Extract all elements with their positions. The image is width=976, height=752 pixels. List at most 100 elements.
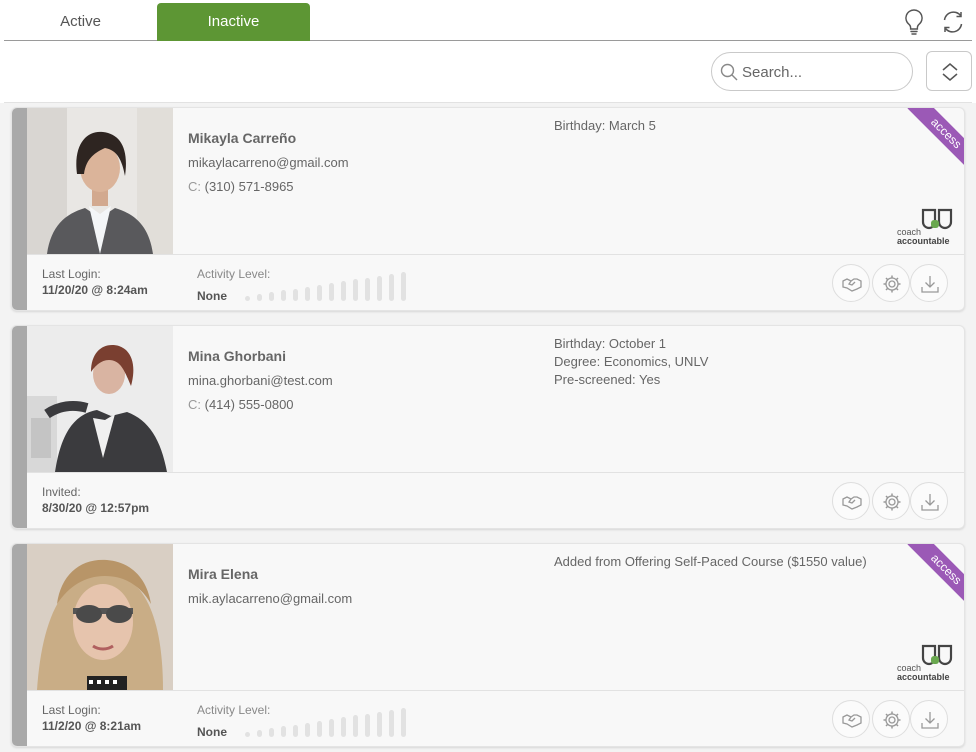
- last-login-label: Last Login:: [42, 703, 101, 717]
- activity-level-value: None: [197, 725, 227, 739]
- activity-bar: [257, 294, 262, 301]
- activity-bar: [389, 273, 394, 301]
- coaching-button[interactable]: [832, 482, 870, 520]
- activity-bar: [401, 271, 406, 301]
- client-info: Birthday: March 5: [554, 117, 656, 135]
- ribbon-label: access: [907, 108, 964, 172]
- client-email[interactable]: mik.aylacarreno@gmail.com: [188, 591, 352, 606]
- card-divider: [27, 690, 964, 691]
- client-info: Birthday: October 1 Degree: Economics, U…: [554, 335, 708, 389]
- tab-inactive[interactable]: Inactive: [157, 3, 310, 41]
- card-divider: [27, 472, 964, 473]
- logo-text-accountable: accountable: [897, 672, 950, 682]
- download-icon: [921, 712, 939, 729]
- avatar: [27, 108, 173, 254]
- status-stripe: [12, 108, 27, 310]
- activity-bar: [317, 284, 322, 301]
- status-stripe: [12, 326, 27, 528]
- access-ribbon: access: [900, 544, 964, 608]
- search-icon: [720, 63, 738, 81]
- activity-bar: [377, 711, 382, 737]
- sort-toggle-button[interactable]: [926, 51, 972, 91]
- activity-bar: [353, 279, 358, 301]
- download-icon: [921, 494, 939, 511]
- status-stripe: [12, 544, 27, 746]
- client-name[interactable]: Mira Elena: [188, 566, 258, 582]
- settings-button[interactable]: [872, 482, 910, 520]
- activity-bar: [317, 720, 322, 737]
- activity-bar: [269, 728, 274, 737]
- sort-toggle-icon: [942, 63, 958, 81]
- status-tabs: Active Inactive: [4, 3, 972, 41]
- client-email[interactable]: mina.ghorbani@test.com: [188, 373, 333, 388]
- search-box[interactable]: [711, 52, 913, 91]
- download-button[interactable]: [910, 482, 948, 520]
- info-line: Birthday: March 5: [554, 118, 656, 133]
- activity-bar: [365, 277, 370, 301]
- activity-bar: [329, 719, 334, 737]
- activity-bar: [341, 281, 346, 301]
- activity-bar: [401, 707, 406, 737]
- client-name[interactable]: Mikayla Carreño: [188, 130, 296, 146]
- activity-bar: [281, 290, 286, 301]
- activity-bar: [353, 715, 358, 737]
- tab-active[interactable]: Active: [4, 3, 157, 41]
- gear-icon: [883, 711, 901, 729]
- gear-icon: [883, 275, 901, 293]
- handshake-icon: [842, 714, 862, 728]
- activity-bar: [245, 732, 250, 737]
- activity-bar: [257, 730, 262, 737]
- coaching-button[interactable]: [832, 264, 870, 302]
- card-divider: [27, 254, 964, 255]
- client-card[interactable]: Mikayla Carreño mikaylacarreno@gmail.com…: [11, 107, 965, 311]
- client-list: Mikayla Carreño mikaylacarreno@gmail.com…: [0, 103, 976, 752]
- phone-prefix: C:: [188, 397, 201, 412]
- last-login-label: Last Login:: [42, 267, 101, 281]
- lightbulb-icon[interactable]: [902, 8, 928, 36]
- client-info: Added from Offering Self-Paced Course ($…: [554, 553, 867, 571]
- download-button[interactable]: [910, 264, 948, 302]
- last-login-value: 11/2/20 @ 8:21am: [42, 719, 142, 733]
- ribbon-label: access: [907, 544, 964, 608]
- settings-button[interactable]: [872, 264, 910, 302]
- activity-bar: [341, 717, 346, 737]
- info-line: Added from Offering Self-Paced Course ($…: [554, 554, 867, 569]
- phone-number: (414) 555-0800: [204, 397, 294, 412]
- refresh-icon[interactable]: [940, 8, 966, 36]
- activity-bar: [293, 724, 298, 737]
- coach-accountable-logo: coach accountable: [897, 644, 959, 682]
- coaching-button[interactable]: [832, 700, 870, 738]
- settings-button[interactable]: [872, 700, 910, 738]
- download-button[interactable]: [910, 700, 948, 738]
- client-phone: C: (414) 555-0800: [188, 397, 294, 412]
- last-login-value: 11/20/20 @ 8:24am: [42, 283, 148, 297]
- info-line: Degree: Economics, UNLV: [554, 354, 709, 369]
- client-phone: C: (310) 571-8965: [188, 179, 294, 194]
- activity-bars: [245, 271, 415, 301]
- avatar: [27, 544, 173, 690]
- activity-bar: [293, 288, 298, 301]
- info-line: Birthday: October 1: [554, 336, 666, 351]
- phone-number: (310) 571-8965: [204, 179, 294, 194]
- avatar: [27, 326, 173, 472]
- gear-icon: [883, 493, 901, 511]
- activity-bar: [245, 296, 250, 301]
- phone-prefix: C:: [188, 179, 201, 194]
- logo-text-accountable: accountable: [897, 236, 950, 246]
- client-email[interactable]: mikaylacarreno@gmail.com: [188, 155, 349, 170]
- download-icon: [921, 276, 939, 293]
- activity-bar: [329, 283, 334, 301]
- invited-label: Invited:: [42, 485, 81, 499]
- search-input[interactable]: [742, 61, 902, 83]
- client-card[interactable]: Mina Ghorbani mina.ghorbani@test.com C: …: [11, 325, 965, 529]
- toolbar: [4, 41, 972, 103]
- activity-bars: [245, 707, 415, 737]
- activity-bar: [269, 292, 274, 301]
- activity-bar: [305, 286, 310, 301]
- activity-bar: [281, 726, 286, 737]
- coach-accountable-logo: coach accountable: [897, 208, 959, 246]
- client-card[interactable]: Mira Elena mik.aylacarreno@gmail.com Add…: [11, 543, 965, 747]
- info-line: Pre-screened: Yes: [554, 372, 661, 387]
- client-name[interactable]: Mina Ghorbani: [188, 348, 286, 364]
- handshake-icon: [842, 496, 862, 510]
